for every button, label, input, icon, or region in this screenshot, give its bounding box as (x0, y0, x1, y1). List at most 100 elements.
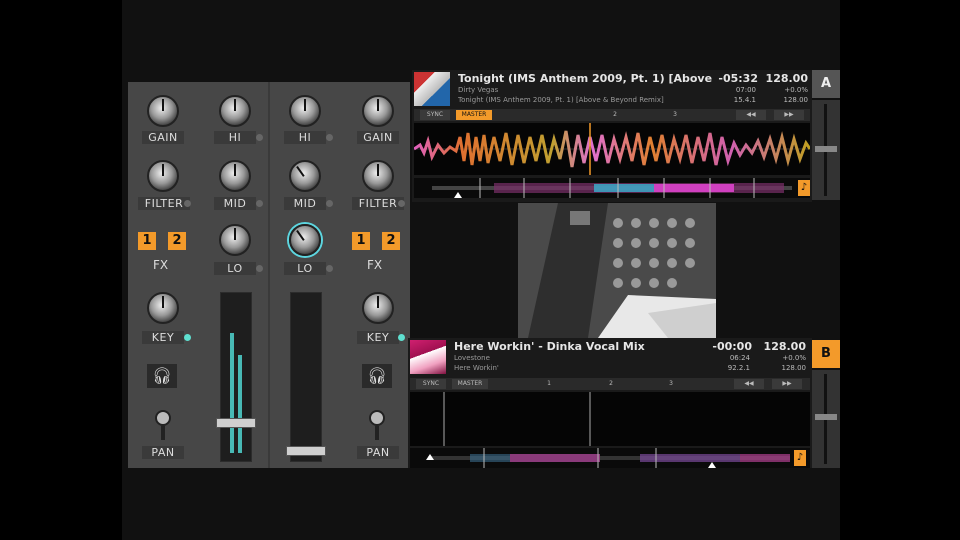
fx-label: FX (153, 258, 169, 272)
channel-2-volume-fader[interactable] (286, 446, 326, 456)
beat-marker-3[interactable]: 3 (670, 110, 680, 120)
lo-label: LO (284, 262, 326, 275)
filter-knob[interactable] (362, 160, 394, 192)
mixer-channel-2: HI GAIN MID FILTER LO 1 2 FX KEY 🎧︎ PAN (270, 82, 410, 468)
hi-eq-knob[interactable] (219, 95, 251, 127)
time-remaining: -00:00 (712, 340, 752, 353)
cue-icon[interactable]: ♪ (794, 450, 806, 466)
hi-kill-led[interactable] (326, 134, 333, 141)
lo-eq-knob[interactable] (289, 224, 321, 256)
beat-marker-1[interactable]: 1 (544, 379, 554, 389)
channel-2-fader-track (290, 292, 322, 462)
sync-button[interactable]: SYNC (420, 110, 450, 120)
pan-label: PAN (357, 446, 399, 459)
filter-knob[interactable] (147, 160, 179, 192)
cue-icon[interactable]: ♪ (798, 180, 810, 196)
album-cover (410, 340, 446, 374)
waveform-graphic (414, 123, 810, 175)
gain-label: GAIN (142, 131, 184, 144)
gain-label: GAIN (357, 131, 399, 144)
mid-eq-knob[interactable] (289, 160, 321, 192)
pan-label: PAN (142, 446, 184, 459)
track-overview-strip[interactable] (414, 178, 810, 198)
fx-unit-1-button[interactable]: 1 (138, 232, 156, 250)
bpm-small: 128.00 (783, 96, 809, 104)
key-led[interactable] (398, 334, 405, 341)
beat-marker-2[interactable]: 2 (606, 379, 616, 389)
mixer: GAIN HI FILTER MID 1 2 FX LO KEY 🎧︎ PAN … (128, 82, 410, 468)
bpm-small: 128.00 (781, 364, 807, 372)
track-artist: Lovestone (454, 354, 490, 362)
hardware-controller-photo (518, 203, 716, 338)
fx-unit-2-button[interactable]: 2 (168, 232, 186, 250)
pan-knob[interactable] (366, 410, 388, 442)
lo-label: LO (214, 262, 256, 275)
waveform-graphic (443, 392, 591, 446)
mid-label: MID (284, 197, 326, 210)
loop-next-button[interactable]: ▶▶ (774, 110, 804, 120)
filter-label: FILTER (352, 197, 404, 210)
hi-label: HI (284, 131, 326, 144)
deck-a: Tonight (IMS Anthem 2009, Pt. 1) [Above … (412, 70, 812, 202)
pitch-percent: +0.0% (782, 354, 806, 362)
beat-marker-3[interactable]: 3 (666, 379, 676, 389)
level-meter-right (238, 355, 242, 453)
loop-prev-button[interactable]: ◀◀ (734, 379, 764, 389)
controller-graphic (518, 203, 716, 338)
deck-toolbar: SYNC MASTER 1 2 3 ◀◀ ▶▶ (410, 378, 810, 390)
lo-kill-led[interactable] (256, 265, 263, 272)
waveform-display[interactable] (414, 123, 810, 175)
lo-eq-knob[interactable] (219, 224, 251, 256)
channel-1-volume-fader[interactable] (216, 418, 256, 428)
filter-led[interactable] (184, 200, 191, 207)
track-overview-strip[interactable] (410, 448, 810, 468)
master-button[interactable]: MASTER (456, 110, 492, 120)
bpm-display: 128.00 (765, 72, 808, 85)
pan-knob[interactable] (152, 410, 174, 442)
key-knob[interactable] (147, 292, 179, 324)
gain-knob[interactable] (147, 95, 179, 127)
overview-graphic (432, 178, 792, 198)
lo-kill-led[interactable] (326, 265, 333, 272)
loop-prev-button[interactable]: ◀◀ (736, 110, 766, 120)
key-label: KEY (142, 331, 184, 344)
filter-label: FILTER (138, 197, 190, 210)
key-led[interactable] (184, 334, 191, 341)
key-knob[interactable] (362, 292, 394, 324)
pitch-percent: +0.0% (784, 86, 808, 94)
overview-graphic (426, 448, 790, 468)
elapsed-time: 07:00 (735, 86, 756, 94)
fx-unit-2-button[interactable]: 2 (382, 232, 400, 250)
track-title: Tonight (IMS Anthem 2009, Pt. 1) [Above … (458, 72, 714, 85)
hi-kill-led[interactable] (256, 134, 263, 141)
fx-label: FX (367, 258, 383, 272)
loop-next-button[interactable]: ▶▶ (772, 379, 802, 389)
mid-kill-led[interactable] (326, 200, 333, 207)
deck-b: Here Workin' - Dinka Vocal Mix Lovestone… (408, 338, 812, 468)
beat-marker-2[interactable]: 2 (610, 110, 620, 120)
fx-unit-1-button[interactable]: 1 (352, 232, 370, 250)
headphones-icon[interactable]: 🎧︎ (362, 364, 392, 388)
hi-label: HI (214, 131, 256, 144)
deck-a-label[interactable]: A (812, 70, 840, 98)
hi-eq-knob[interactable] (289, 95, 321, 127)
track-subtitle: Here Workin' (454, 364, 499, 372)
beat-position: 92.2.1 (727, 364, 750, 372)
deck-a-tempo-slider[interactable] (812, 100, 840, 200)
deck-b-tempo-slider[interactable] (812, 370, 840, 468)
bpm-display: 128.00 (763, 340, 806, 353)
mid-eq-knob[interactable] (219, 160, 251, 192)
track-title: Here Workin' - Dinka Vocal Mix (454, 340, 645, 353)
filter-led[interactable] (398, 200, 405, 207)
sync-button[interactable]: SYNC (416, 379, 446, 389)
key-label: KEY (357, 331, 399, 344)
mid-kill-led[interactable] (256, 200, 263, 207)
gain-knob[interactable] (362, 95, 394, 127)
master-button[interactable]: MASTER (452, 379, 488, 389)
time-remaining: -05:32 (718, 72, 758, 85)
headphones-icon[interactable]: 🎧︎ (147, 364, 177, 388)
deck-b-label[interactable]: B (812, 340, 840, 368)
elapsed-time: 06:24 (729, 354, 750, 362)
beat-position: 15.4.1 (733, 96, 756, 104)
waveform-display[interactable] (410, 392, 810, 446)
